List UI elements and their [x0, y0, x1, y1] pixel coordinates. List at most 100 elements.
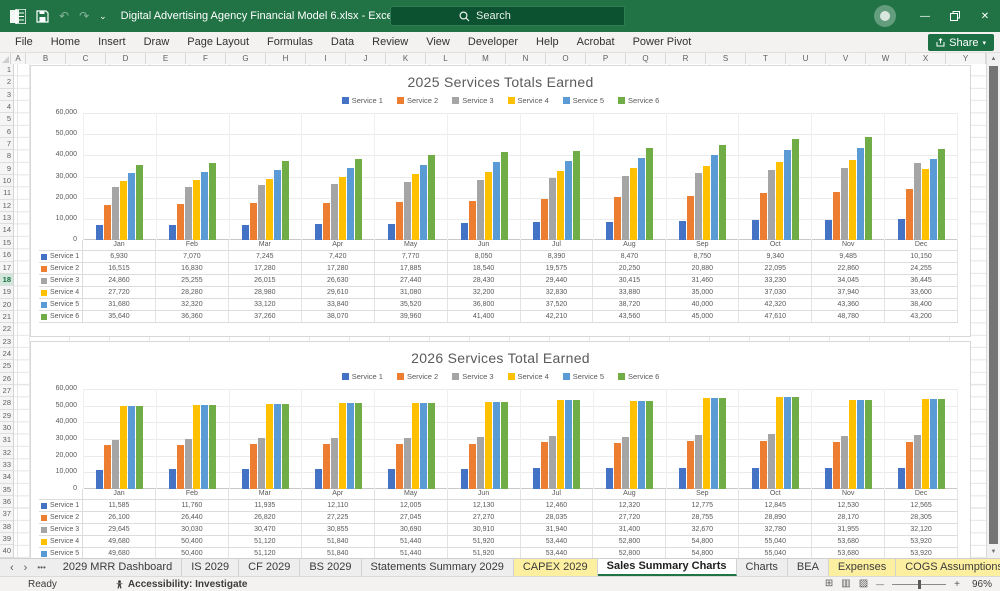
zoom-slider[interactable]: [892, 584, 946, 585]
sheet-list-icon[interactable]: •••: [37, 563, 45, 572]
column-header-p[interactable]: P: [586, 53, 626, 64]
row-header-3[interactable]: 3: [0, 89, 13, 101]
redo-icon[interactable]: ↷: [79, 10, 89, 22]
column-header-i[interactable]: I: [306, 53, 346, 64]
zoom-out-icon[interactable]: —: [876, 580, 884, 589]
row-header-15[interactable]: 15: [0, 237, 13, 249]
column-header-b[interactable]: B: [26, 53, 66, 64]
undo-icon[interactable]: ↶: [59, 10, 69, 22]
row-header-32[interactable]: 32: [0, 447, 13, 459]
ribbon-tab-formulas[interactable]: Formulas: [258, 32, 322, 52]
column-header-v[interactable]: V: [826, 53, 866, 64]
row-header-28[interactable]: 28: [0, 397, 13, 409]
ribbon-tab-review[interactable]: Review: [363, 32, 417, 52]
row-header-9[interactable]: 9: [0, 163, 13, 175]
accessibility-status[interactable]: Accessibility: Investigate: [115, 579, 248, 590]
prev-sheet-icon[interactable]: ‹: [10, 562, 14, 574]
customize-qat-icon[interactable]: ⌄: [99, 12, 107, 21]
row-header-21[interactable]: 21: [0, 311, 13, 323]
ribbon-tab-acrobat[interactable]: Acrobat: [568, 32, 624, 52]
ribbon-tab-draw[interactable]: Draw: [135, 32, 179, 52]
column-header-u[interactable]: U: [786, 53, 826, 64]
column-header-k[interactable]: K: [386, 53, 426, 64]
row-header-8[interactable]: 8: [0, 150, 13, 162]
row-header-4[interactable]: 4: [0, 101, 13, 113]
column-header-f[interactable]: F: [186, 53, 226, 64]
row-header-19[interactable]: 19: [0, 286, 13, 298]
row-header-14[interactable]: 14: [0, 224, 13, 236]
row-header-26[interactable]: 26: [0, 373, 13, 385]
zoom-slider-thumb[interactable]: [918, 580, 921, 589]
row-header-25[interactable]: 25: [0, 360, 13, 372]
ribbon-tab-view[interactable]: View: [417, 32, 459, 52]
column-header-s[interactable]: S: [706, 53, 746, 64]
row-header-31[interactable]: 31: [0, 434, 13, 446]
avatar[interactable]: [874, 5, 896, 27]
row-header-2[interactable]: 2: [0, 76, 13, 88]
chart-2025-services[interactable]: 2025 Services Totals EarnedService 1Serv…: [30, 65, 971, 337]
column-header-r[interactable]: R: [666, 53, 706, 64]
row-header-38[interactable]: 38: [0, 521, 13, 533]
column-header-q[interactable]: Q: [626, 53, 666, 64]
column-header-w[interactable]: W: [866, 53, 906, 64]
chart-2026-services[interactable]: 2026 Services Total EarnedService 1Servi…: [30, 341, 971, 558]
column-header-y[interactable]: Y: [946, 53, 986, 64]
row-header-39[interactable]: 39: [0, 533, 13, 545]
save-icon[interactable]: [36, 10, 49, 23]
sheet-tab-capex-2029[interactable]: CAPEX 2029: [514, 559, 598, 576]
sheet-tab-expenses[interactable]: Expenses: [829, 559, 896, 576]
row-header-35[interactable]: 35: [0, 484, 13, 496]
column-header-j[interactable]: J: [346, 53, 386, 64]
page-break-view-icon[interactable]: ▨: [859, 579, 868, 589]
ribbon-tab-insert[interactable]: Insert: [89, 32, 135, 52]
restore-button[interactable]: [940, 0, 970, 32]
row-header-7[interactable]: 7: [0, 138, 13, 150]
column-header-m[interactable]: M: [466, 53, 506, 64]
sheet-tab-2029-mrr-dashboard[interactable]: 2029 MRR Dashboard: [54, 559, 182, 576]
row-header-37[interactable]: 37: [0, 508, 13, 520]
ribbon-tab-file[interactable]: File: [6, 32, 42, 52]
ribbon-tab-help[interactable]: Help: [527, 32, 568, 52]
row-header-5[interactable]: 5: [0, 113, 13, 125]
row-header-40[interactable]: 40: [0, 545, 13, 557]
sheet-tab-charts[interactable]: Charts: [737, 559, 788, 576]
sheet-tab-bea[interactable]: BEA: [788, 559, 829, 576]
normal-view-icon[interactable]: ⊞: [825, 579, 833, 589]
ribbon-tab-power-pivot[interactable]: Power Pivot: [624, 32, 701, 52]
sheet-tab-cf-2029[interactable]: CF 2029: [239, 559, 300, 576]
share-button[interactable]: Share ▾: [928, 34, 994, 51]
row-header-36[interactable]: 36: [0, 496, 13, 508]
row-header-27[interactable]: 27: [0, 385, 13, 397]
column-header-a[interactable]: A: [11, 53, 26, 64]
column-header-d[interactable]: D: [106, 53, 146, 64]
row-header-11[interactable]: 11: [0, 187, 13, 199]
row-header-20[interactable]: 20: [0, 299, 13, 311]
zoom-in-icon[interactable]: +: [954, 579, 960, 590]
close-button[interactable]: ✕: [970, 0, 1000, 32]
column-header-g[interactable]: G: [226, 53, 266, 64]
column-header-e[interactable]: E: [146, 53, 186, 64]
row-header-22[interactable]: 22: [0, 323, 13, 335]
sheet-tab-sales-summary-charts[interactable]: Sales Summary Charts: [598, 559, 737, 576]
sheet-tab-is-2029[interactable]: IS 2029: [182, 559, 239, 576]
sheet-tab-bs-2029[interactable]: BS 2029: [300, 559, 361, 576]
zoom-level[interactable]: 96%: [968, 579, 992, 590]
ribbon-tab-page-layout[interactable]: Page Layout: [178, 32, 258, 52]
row-header-16[interactable]: 16: [0, 249, 13, 261]
scroll-down-icon[interactable]: ▼: [987, 546, 1000, 558]
sheet-tab-cogs-assumptions[interactable]: COGS Assumptions: [896, 559, 1000, 576]
select-all-corner[interactable]: [0, 53, 11, 64]
minimize-button[interactable]: —: [910, 0, 940, 32]
column-header-c[interactable]: C: [66, 53, 106, 64]
row-header-29[interactable]: 29: [0, 410, 13, 422]
cell-grid[interactable]: 2025 Services Totals EarnedService 1Serv…: [14, 64, 986, 558]
column-header-n[interactable]: N: [506, 53, 546, 64]
sheet-tab-statements-summary-2029[interactable]: Statements Summary 2029: [362, 559, 514, 576]
row-header-33[interactable]: 33: [0, 459, 13, 471]
row-header-10[interactable]: 10: [0, 175, 13, 187]
column-header-x[interactable]: X: [906, 53, 946, 64]
vertical-scroll-thumb[interactable]: [989, 66, 998, 544]
column-header-h[interactable]: H: [266, 53, 306, 64]
row-header-24[interactable]: 24: [0, 348, 13, 360]
row-header-13[interactable]: 13: [0, 212, 13, 224]
